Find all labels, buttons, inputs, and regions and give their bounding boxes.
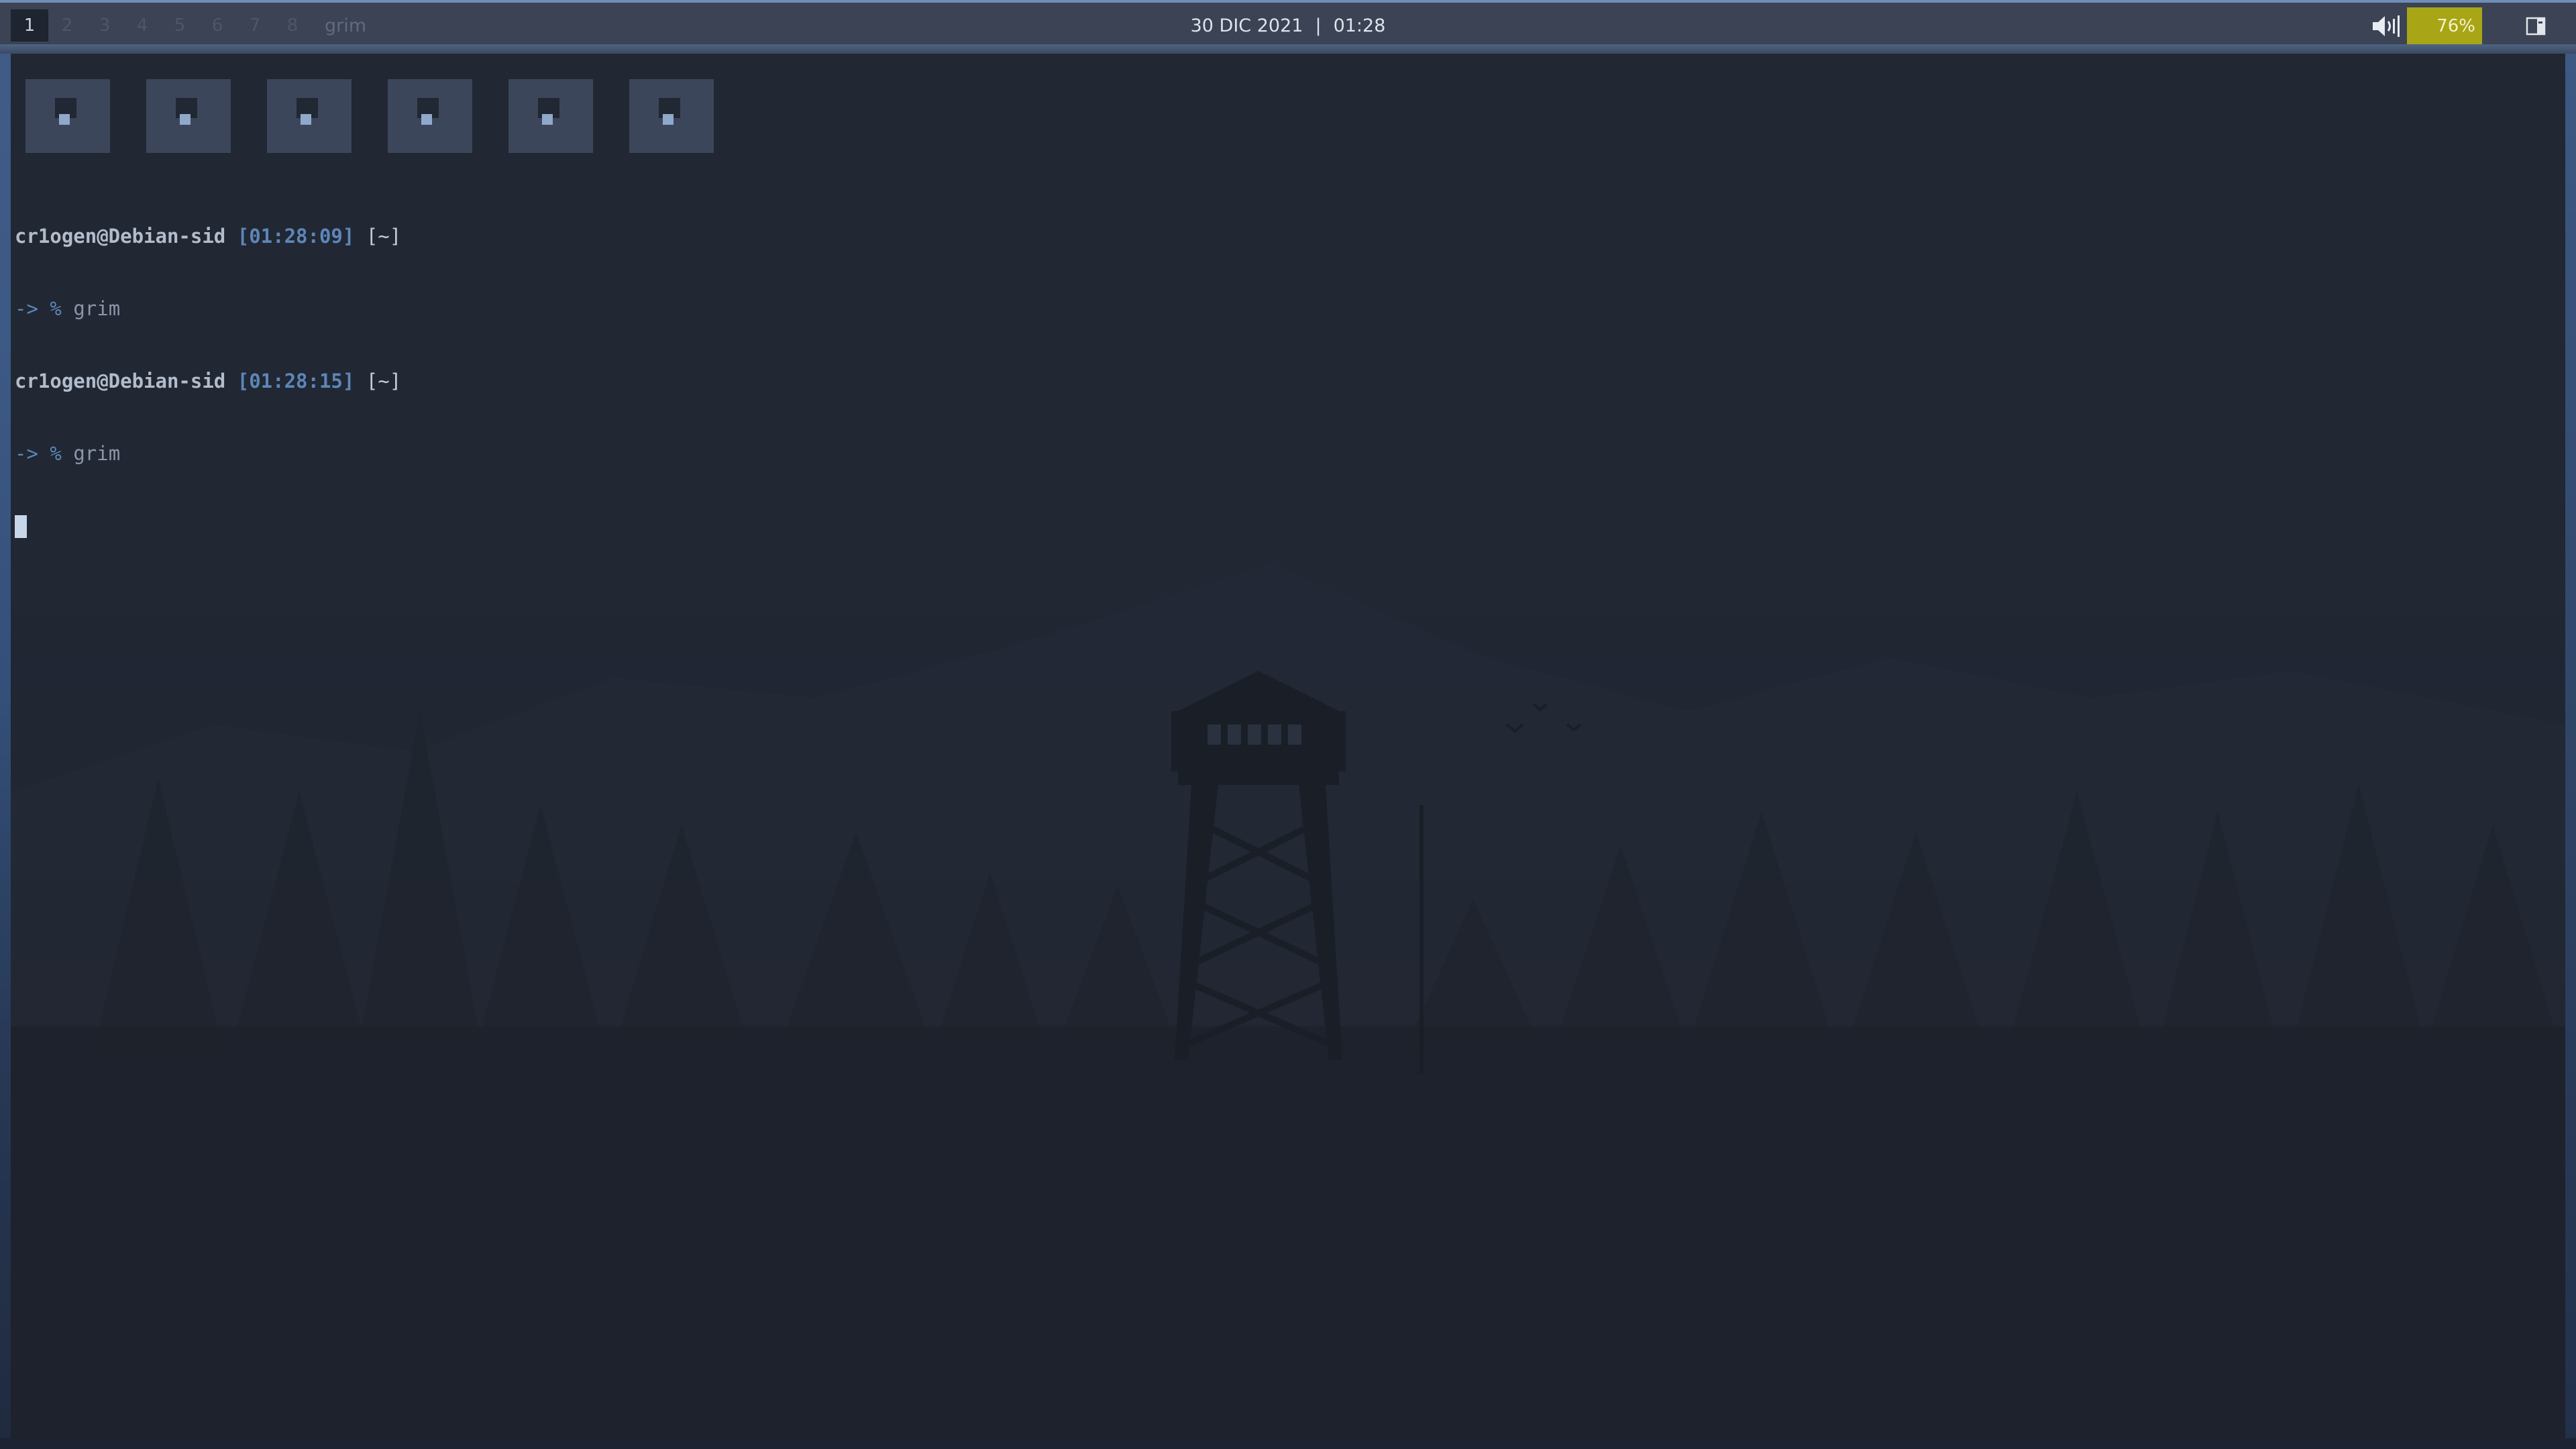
prompt-user: cr1ogen@Debian-sid bbox=[15, 225, 226, 248]
prompt-symbol: -> % bbox=[15, 442, 62, 465]
time-label: 01:28 bbox=[1333, 15, 1386, 36]
clock-separator: | bbox=[1315, 15, 1322, 36]
prompt-symbol: -> % bbox=[15, 297, 62, 320]
battery-indicator[interactable]: 76% bbox=[2407, 7, 2482, 45]
system-tray: 76% bbox=[2371, 5, 2549, 47]
prompt-line: cr1ogen@Debian-sid [01:28:09] [~] bbox=[15, 224, 401, 248]
prompt-time: [01:28:09] bbox=[237, 225, 355, 248]
debian-logo-icon bbox=[388, 79, 472, 153]
clock[interactable]: 30 DIC 2021 | 01:28 bbox=[0, 5, 2576, 47]
desktop: cr1ogen@Debian-sid [01:28:09] [~] -> % g… bbox=[0, 54, 2576, 1449]
speaker-volume-icon[interactable] bbox=[2371, 11, 2404, 41]
debian-logo-icon bbox=[25, 79, 110, 153]
prompt-dir: [~] bbox=[366, 225, 402, 248]
logo-row bbox=[25, 79, 750, 153]
debian-logo-icon bbox=[629, 79, 714, 153]
debian-logo-icon bbox=[267, 79, 352, 153]
input-line[interactable] bbox=[15, 514, 401, 538]
debian-logo-icon bbox=[508, 79, 593, 153]
text-cursor bbox=[15, 515, 27, 538]
command-text: grim bbox=[73, 297, 121, 320]
layout-toggle-icon[interactable] bbox=[2522, 13, 2549, 40]
debian-logo-icon bbox=[146, 79, 231, 153]
top-bar: 1 2 3 4 5 6 7 8 grim 30 DIC 2021 | 01:28 7… bbox=[0, 0, 2576, 47]
prompt-user: cr1ogen@Debian-sid bbox=[15, 370, 226, 392]
command-line: -> % grim bbox=[15, 441, 401, 466]
desktop-right-edge bbox=[2565, 54, 2576, 1449]
command-line: -> % grim bbox=[15, 297, 401, 321]
desktop-bottom-edge bbox=[0, 1438, 2576, 1449]
prompt-line: cr1ogen@Debian-sid [01:28:15] [~] bbox=[15, 369, 401, 393]
command-text: grim bbox=[73, 442, 121, 465]
bar-border bbox=[0, 44, 2576, 54]
terminal-output: cr1ogen@Debian-sid [01:28:09] [~] -> % g… bbox=[15, 176, 401, 586]
date-label: 30 DIC 2021 bbox=[1190, 15, 1303, 36]
terminal-window[interactable]: cr1ogen@Debian-sid [01:28:09] [~] -> % g… bbox=[11, 54, 2565, 1438]
prompt-time: [01:28:15] bbox=[237, 370, 355, 392]
prompt-dir: [~] bbox=[366, 370, 402, 392]
